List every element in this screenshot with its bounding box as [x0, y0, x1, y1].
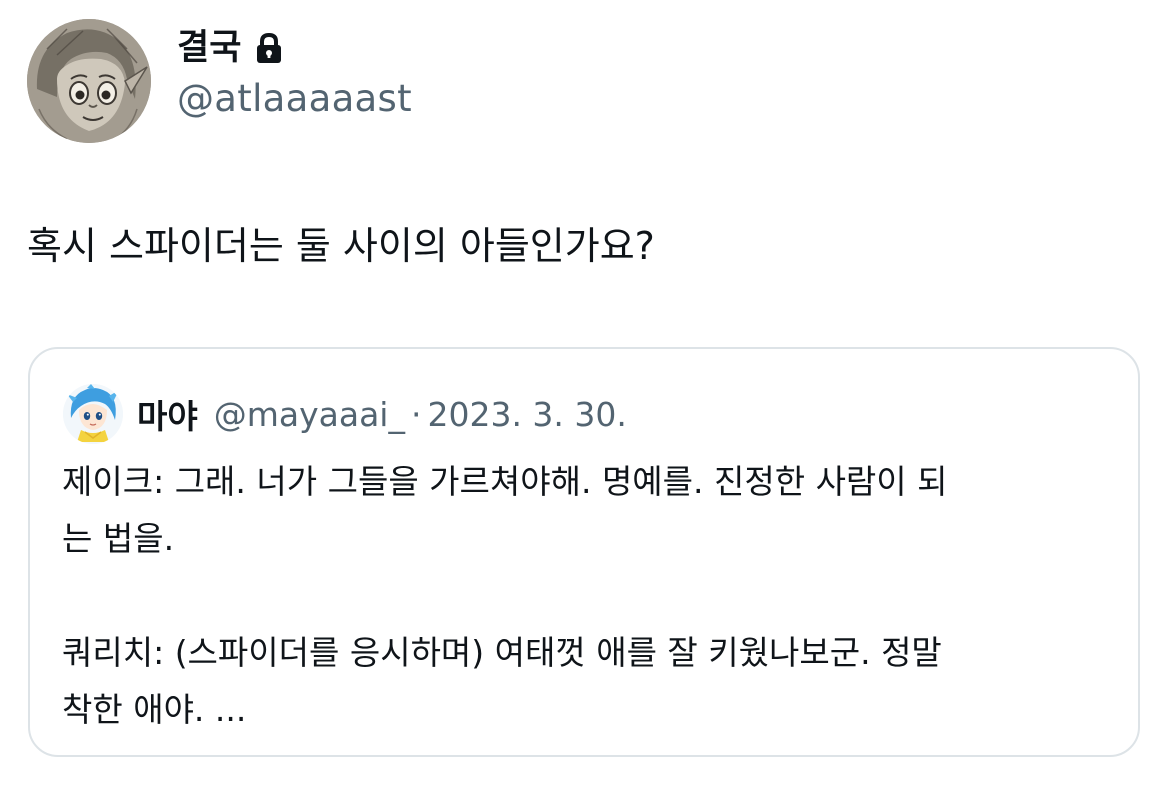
header-separator: ·	[410, 394, 422, 434]
quoted-author-avatar[interactable]	[63, 384, 123, 444]
quote-line: 착한 애야. ...	[62, 690, 247, 729]
quote-line: 쿼리치: (스파이더를 응시하며) 여태껏 애를 잘 키웠나보군. 정말	[62, 633, 942, 672]
quoted-tweet-date[interactable]: 2023. 3. 30.	[427, 395, 626, 434]
author-names: 결국 @atlaaaaast	[177, 26, 412, 124]
author-display-name[interactable]: 결국	[177, 26, 241, 70]
tweet-text: 혹시 스파이더는 둘 사이의 아들인가요?	[27, 224, 655, 268]
quote-line: 제이크: 그래. 너가 그들을 가르쳐야해. 명예를. 진정한 사람이 되	[62, 462, 948, 501]
quoted-author-handle[interactable]: @mayaaai_	[214, 395, 405, 434]
sketch-portrait-icon	[27, 19, 151, 143]
lock-icon	[255, 32, 283, 64]
author-handle[interactable]: @atlaaaaast	[177, 74, 412, 124]
blue-hair-character-icon	[63, 384, 123, 444]
quoted-tweet-card[interactable]: 마야 @mayaaai_ · 2023. 3. 30. 제이크: 그래. 너가 …	[28, 347, 1140, 757]
quoted-tweet-header: 마야 @mayaaai_ · 2023. 3. 30.	[63, 383, 627, 445]
display-name-row: 결국	[177, 26, 412, 70]
quoted-author-display-name[interactable]: 마야	[137, 390, 198, 438]
quote-line: 는 법을.	[62, 519, 175, 558]
tweet-header: 결국 @atlaaaaast	[27, 18, 412, 144]
quoted-tweet-text: 제이크: 그래. 너가 그들을 가르쳐야해. 명예를. 진정한 사람이 되 는 …	[62, 453, 1112, 738]
author-avatar[interactable]	[27, 19, 151, 143]
